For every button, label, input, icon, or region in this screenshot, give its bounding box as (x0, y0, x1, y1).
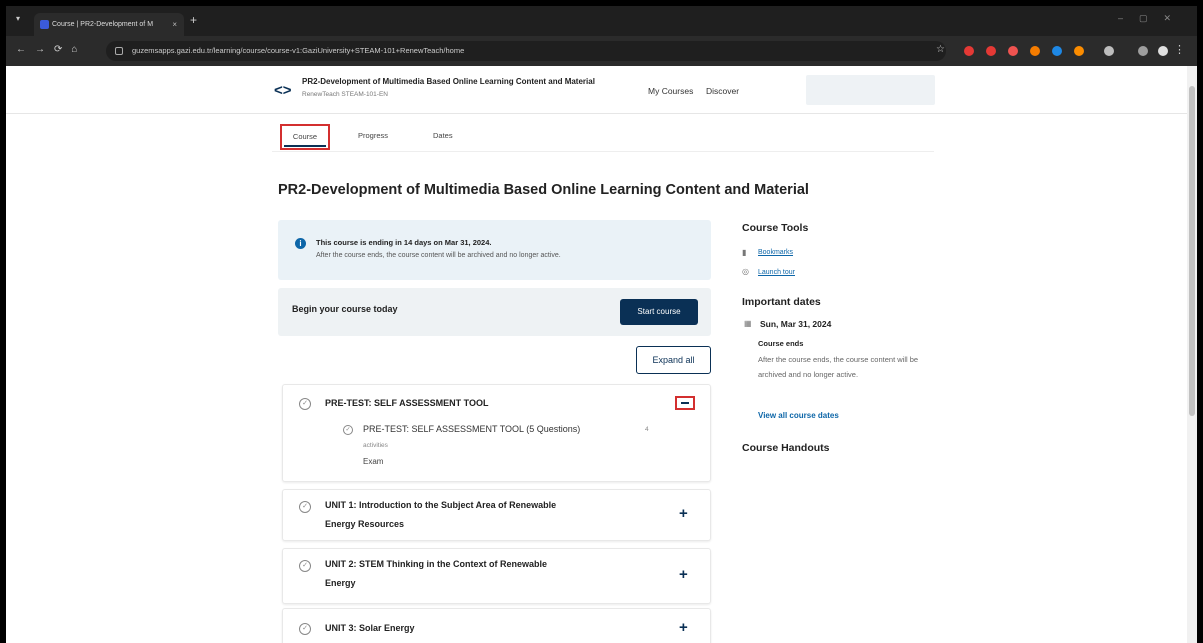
alert-body: After the course ends, the course conten… (316, 252, 561, 259)
calendar-icon: ▦ (744, 319, 752, 328)
navigation-buttons[interactable]: ←→⟳⌂ (16, 44, 86, 55)
browser-window: ▾ Course | PR2-Development of M × + –▢✕ … (6, 6, 1197, 643)
new-tab-button[interactable]: + (190, 13, 197, 27)
tab-dates[interactable]: Dates (433, 131, 453, 140)
launch-tour-link[interactable]: Launch tour (758, 269, 795, 276)
plus-icon[interactable]: + (679, 619, 688, 636)
bookmarks-link[interactable]: Bookmarks (758, 249, 793, 256)
course-ends-label: Course ends (758, 339, 804, 348)
course-section[interactable]: ✓ UNIT 2: STEM Thinking in the Context o… (282, 548, 711, 604)
check-circle-icon: ✓ (299, 501, 311, 513)
header-course-subtitle: RenewTeach STEAM-101-EN (302, 91, 388, 98)
site-header: <> PR2-Development of Multimedia Based O… (6, 66, 1187, 114)
extension-icon[interactable] (964, 46, 974, 56)
favicon-icon (40, 20, 49, 29)
nav-discover[interactable]: Discover (706, 86, 739, 96)
section-title-line: UNIT 2: STEM Thinking in the Context of … (325, 559, 548, 569)
bookmark-star-icon[interactable]: ☆ (936, 44, 945, 55)
url-text: guzemsapps.gazi.edu.tr/learning/course/c… (132, 46, 465, 55)
minus-icon (681, 402, 689, 404)
window-controls[interactable]: –▢✕ (1118, 13, 1187, 24)
course-section[interactable]: ✓ UNIT 1: Introduction to the Subject Ar… (282, 489, 711, 541)
sidepanel-icon[interactable] (1138, 46, 1148, 56)
extension-icon[interactable] (1052, 46, 1062, 56)
course-ending-alert: i This course is ending in 14 days on Ma… (278, 220, 711, 280)
course-section: ✓ PRE-TEST: SELF ASSESSMENT TOOL ✓ PRE-T… (282, 384, 711, 482)
tour-icon: ◎ (742, 267, 749, 276)
tab-course-label: Course (292, 132, 318, 141)
info-icon: i (295, 238, 306, 249)
section-title-line: UNIT 1: Introduction to the Subject Area… (325, 500, 557, 510)
web-page: <> PR2-Development of Multimedia Based O… (6, 66, 1197, 643)
alert-heading: This course is ending in 14 days on Mar … (316, 238, 492, 247)
close-tab-icon[interactable]: × (172, 13, 177, 36)
check-circle-icon: ✓ (299, 623, 311, 635)
section-title: UNIT 3: Solar Energy (325, 623, 415, 633)
plus-icon[interactable]: + (679, 566, 688, 583)
subsection-type: Exam (363, 457, 384, 466)
scrollbar-thumb[interactable] (1189, 86, 1195, 416)
browser-toolbar: ←→⟳⌂ guzemsapps.gazi.edu.tr/learning/cou… (6, 36, 1197, 66)
section-title[interactable]: PRE-TEST: SELF ASSESSMENT TOOL (325, 394, 489, 413)
begin-course-card: Begin your course today Start course (278, 288, 711, 336)
course-handouts-heading: Course Handouts (742, 442, 830, 454)
section-title-line: Energy Resources (325, 519, 405, 529)
extensions-puzzle-icon[interactable] (1104, 46, 1114, 56)
active-tab-indicator (284, 145, 326, 147)
section-title: UNIT 1: Introduction to the Subject Area… (325, 496, 556, 534)
check-circle-icon: ✓ (343, 425, 353, 435)
extension-icon[interactable] (1074, 46, 1084, 56)
activity-count: 4 (645, 426, 649, 433)
check-circle-icon: ✓ (299, 398, 311, 410)
browser-menu-icon[interactable]: ⋮ (1174, 43, 1185, 56)
header-course-title: PR2-Development of Multimedia Based Onli… (302, 77, 595, 86)
section-title: UNIT 2: STEM Thinking in the Context of … (325, 555, 547, 593)
browser-tab-title: Course | PR2-Development of M (52, 21, 154, 28)
course-tabs: Course Progress Dates (272, 120, 934, 152)
view-all-dates-link[interactable]: View all course dates (758, 411, 839, 420)
subsection-title[interactable]: PRE-TEST: SELF ASSESSMENT TOOL (5 Questi… (363, 424, 580, 434)
window-menu-icon[interactable]: ▾ (16, 14, 20, 23)
collapse-section-button[interactable] (675, 396, 695, 410)
bookmark-icon: ▮ (742, 248, 747, 257)
site-info-icon[interactable] (115, 47, 123, 55)
page-scrollbar[interactable] (1187, 66, 1197, 643)
address-bar[interactable]: guzemsapps.gazi.edu.tr/learning/course/c… (106, 41, 946, 61)
user-menu[interactable] (806, 75, 935, 105)
section-title-line: Energy (325, 578, 356, 588)
nav-my-courses[interactable]: My Courses (648, 86, 693, 96)
site-logo[interactable]: <> (274, 82, 292, 99)
course-end-date: Sun, Mar 31, 2024 (760, 319, 832, 329)
activity-label: activities (363, 442, 388, 449)
start-course-button[interactable]: Start course (620, 299, 698, 325)
browser-tab[interactable]: Course | PR2-Development of M × (34, 13, 184, 36)
tab-course[interactable]: Course (280, 124, 330, 150)
check-circle-icon: ✓ (299, 560, 311, 572)
extension-icon[interactable] (986, 46, 996, 56)
page-title: PR2-Development of Multimedia Based Onli… (278, 182, 809, 198)
important-dates-heading: Important dates (742, 296, 821, 308)
course-ends-description: After the course ends, the course conten… (758, 355, 919, 379)
course-section[interactable]: ✓ UNIT 3: Solar Energy + (282, 608, 711, 643)
extension-icon[interactable] (1008, 46, 1018, 56)
plus-icon[interactable]: + (679, 505, 688, 522)
begin-course-text: Begin your course today (292, 304, 398, 314)
tab-progress[interactable]: Progress (358, 131, 388, 140)
extension-icon[interactable] (1030, 46, 1040, 56)
expand-all-button[interactable]: Expand all (636, 346, 711, 374)
profile-avatar[interactable] (1158, 46, 1168, 56)
course-tools-heading: Course Tools (742, 222, 809, 234)
browser-tab-bar: ▾ Course | PR2-Development of M × + –▢✕ (6, 6, 1197, 36)
